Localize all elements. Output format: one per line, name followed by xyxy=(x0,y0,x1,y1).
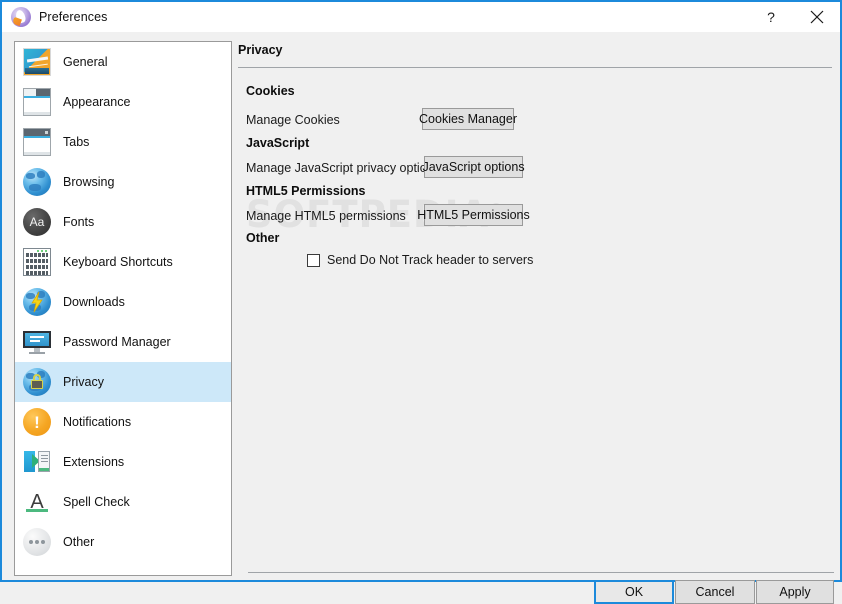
sidebar-item-other[interactable]: Other xyxy=(15,522,231,562)
picture-icon xyxy=(23,48,51,76)
sidebar-item-label: Other xyxy=(63,535,95,549)
sidebar-item-label: Fonts xyxy=(63,215,95,229)
sidebar-item-downloads[interactable]: Downloads xyxy=(15,282,231,322)
exclamation-icon: ! xyxy=(23,408,51,436)
html5-permissions-button[interactable]: HTML5 Permissions xyxy=(417,204,530,226)
sidebar-item-appearance[interactable]: Appearance xyxy=(15,82,231,122)
label-manage-cookies: Manage Cookies xyxy=(246,113,340,127)
sidebar-item-label: Extensions xyxy=(63,455,125,469)
sidebar-item-label: Downloads xyxy=(63,295,125,309)
sidebar-item-extensions[interactable]: Extensions xyxy=(15,442,231,482)
close-button[interactable] xyxy=(794,2,840,32)
monitor-icon xyxy=(23,328,51,356)
preferences-window: Preferences ? General Appearance Tabs Br… xyxy=(0,0,842,604)
sidebar-item-label: Spell Check xyxy=(63,495,130,509)
tabbed-window-icon xyxy=(23,128,51,156)
sidebar-item-label: Notifications xyxy=(63,415,132,429)
privacy-panel: Privacy SOFTPEDIA® Cookies Manage Cookie… xyxy=(238,41,834,576)
javascript-options-button[interactable]: JavaScript options xyxy=(422,156,525,178)
help-button[interactable]: ? xyxy=(748,2,794,32)
cookies-manager-button[interactable]: Cookies Manager xyxy=(419,108,517,130)
label-manage-html5-permissions: Manage HTML5 permissions xyxy=(246,209,406,223)
group-title-other: Other xyxy=(246,231,280,245)
close-icon xyxy=(810,10,824,24)
preferences-sidebar[interactable]: General Appearance Tabs Browsing Aa Font… xyxy=(14,41,232,576)
page-title-divider xyxy=(238,67,832,68)
group-title-javascript: JavaScript xyxy=(246,136,310,150)
sidebar-item-label: Tabs xyxy=(63,135,90,149)
sidebar-item-label: Keyboard Shortcuts xyxy=(63,255,173,269)
apply-button[interactable]: Apply xyxy=(756,580,834,604)
footer-divider xyxy=(248,572,834,573)
label-manage-javascript: Manage JavaScript privacy options xyxy=(246,161,440,175)
window-icon xyxy=(23,88,51,116)
sidebar-item-tabs[interactable]: Tabs xyxy=(15,122,231,162)
title-bar: Preferences ? xyxy=(2,2,840,32)
spell-check-a-icon: A xyxy=(23,488,51,516)
keyboard-icon xyxy=(23,248,51,276)
window-title: Preferences xyxy=(39,10,108,24)
globe-download-icon xyxy=(23,288,51,316)
page-title: Privacy xyxy=(238,43,283,57)
do-not-track-checkbox-row[interactable]: Send Do Not Track header to servers xyxy=(307,253,533,267)
otter-browser-icon xyxy=(11,7,31,27)
sidebar-item-notifications[interactable]: ! Notifications xyxy=(15,402,231,442)
fonts-aa-icon: Aa xyxy=(23,208,51,236)
cancel-button[interactable]: Cancel xyxy=(675,580,755,604)
globe-icon xyxy=(23,168,51,196)
sidebar-item-label: General xyxy=(63,55,108,69)
sidebar-item-spell-check[interactable]: A Spell Check xyxy=(15,482,231,522)
group-title-cookies: Cookies xyxy=(246,84,295,98)
do-not-track-label: Send Do Not Track header to servers xyxy=(327,253,534,267)
ok-button[interactable]: OK xyxy=(594,580,674,604)
sidebar-item-label: Appearance xyxy=(63,95,131,109)
sidebar-item-fonts[interactable]: Aa Fonts xyxy=(15,202,231,242)
sidebar-item-general[interactable]: General xyxy=(15,42,231,82)
extensions-icon xyxy=(23,448,51,476)
sidebar-item-keyboard-shortcuts[interactable]: Keyboard Shortcuts xyxy=(15,242,231,282)
globe-padlock-icon xyxy=(23,368,51,396)
sidebar-item-privacy[interactable]: Privacy xyxy=(15,362,231,402)
sidebar-item-label: Browsing xyxy=(63,175,115,189)
sidebar-item-label: Privacy xyxy=(63,375,104,389)
ellipsis-icon xyxy=(23,528,51,556)
sidebar-item-password-manager[interactable]: Password Manager xyxy=(15,322,231,362)
sidebar-item-label: Password Manager xyxy=(63,335,171,349)
sidebar-item-browsing[interactable]: Browsing xyxy=(15,162,231,202)
do-not-track-checkbox[interactable] xyxy=(307,253,320,267)
group-title-html5-permissions: HTML5 Permissions xyxy=(246,184,366,198)
dialog-body: General Appearance Tabs Browsing Aa Font… xyxy=(2,32,840,604)
